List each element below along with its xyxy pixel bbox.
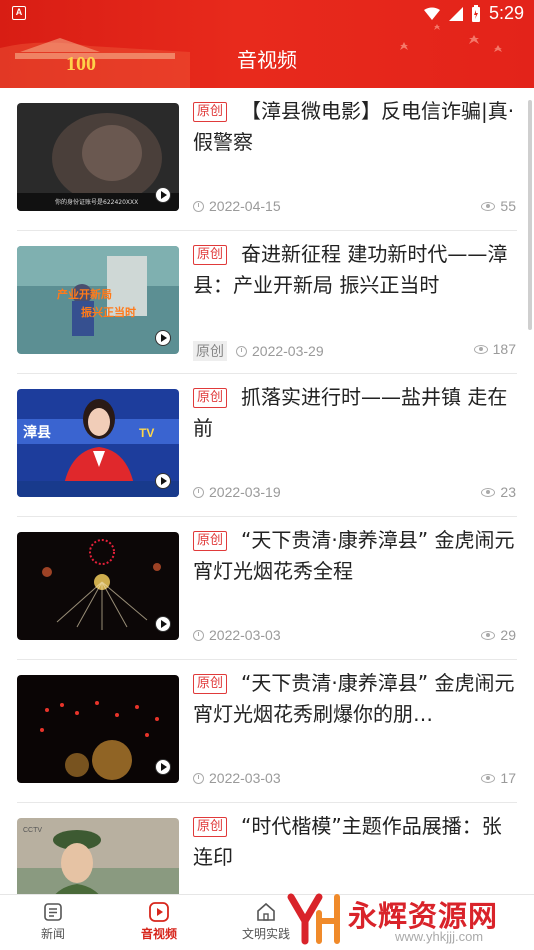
item-title[interactable]: 原创 【漳县微电影】反电信诈骗|真·假警察: [193, 96, 516, 158]
notification-icon: A: [12, 6, 26, 20]
clock-icon: [193, 486, 204, 498]
item-meta: 原创 2022-03-29 187: [193, 341, 516, 361]
watermark: 永辉资源网 www.yhkjjj.com: [285, 891, 533, 950]
item-title[interactable]: 原创 “天下贵清·康养漳县” 金虎闹元宵灯光烟花秀刷爆你的朋…: [193, 668, 516, 730]
item-title-text: 抓落实进行时——盐井镇 走在前: [193, 385, 508, 440]
eye-icon: [481, 630, 496, 640]
item-date: 2022-03-29: [252, 343, 324, 359]
page-title: 音视频: [237, 48, 297, 72]
view-count: 55: [500, 198, 516, 214]
list-item[interactable]: 你的身份证账号是622420XXX 原创 【漳县微电影】反电信诈骗|真·假警察 2…: [0, 88, 534, 231]
item-date: 2022-03-03: [209, 627, 281, 643]
video-thumbnail[interactable]: 产业开新局 振兴正当时: [17, 246, 179, 354]
play-icon: [155, 187, 171, 203]
play-icon: [155, 330, 171, 346]
item-date: 2022-03-03: [209, 770, 281, 786]
tab-news[interactable]: 新闻: [13, 901, 93, 942]
news-icon: [44, 903, 62, 921]
list-item[interactable]: 原创 “天下贵清·康养漳县” 金虎闹元宵灯光烟花秀刷爆你的朋… 2022-03-0…: [0, 660, 534, 803]
clock-icon: [193, 772, 204, 784]
original-badge: 原创: [193, 674, 228, 694]
item-meta: 2022-03-19 23: [193, 484, 516, 504]
watermark-logo: [287, 893, 340, 945]
clock-icon: [236, 345, 247, 357]
view-count: 17: [500, 770, 516, 786]
eye-icon: [473, 344, 488, 354]
item-title-text: “天下贵清·康养漳县” 金虎闹元宵灯光烟花秀全程: [193, 528, 515, 583]
item-title-text: “天下贵清·康养漳县” 金虎闹元宵灯光烟花秀刷爆你的朋…: [193, 671, 515, 726]
tab-label: 文明实践: [241, 927, 290, 941]
status-bar: A 5:29: [0, 0, 534, 28]
video-icon: [149, 902, 169, 922]
svg-text:漳县: 漳县: [23, 424, 51, 441]
thumb-caption: 你的身份证账号是622420XXX: [55, 198, 138, 206]
clock-time: 5:29: [488, 3, 524, 23]
list-item[interactable]: 产业开新局 振兴正当时 原创 奋进新征程 建功新时代——漳县：产业开新局 振兴正当…: [0, 231, 534, 374]
original-tag: 原创: [193, 341, 227, 361]
item-title[interactable]: 原创 “时代楷模”主题作品展播：张连印: [193, 811, 516, 873]
item-meta: 2022-03-03 29: [193, 627, 516, 647]
item-date: 2022-04-15: [209, 198, 281, 214]
tab-label: 新闻: [40, 927, 65, 941]
item-title[interactable]: 原创 奋进新征程 建功新时代——漳县：产业开新局 振兴正当时: [193, 239, 516, 301]
svg-text:产业开新局: 产业开新局: [57, 287, 112, 301]
video-thumbnail[interactable]: [17, 532, 179, 640]
video-thumbnail[interactable]: CCTV: [17, 818, 179, 894]
svg-text:CCTV: CCTV: [23, 827, 42, 834]
watermark-url: www.yhkjjj.com: [395, 929, 484, 944]
tab-video[interactable]: 音视频: [119, 901, 199, 942]
view-count: 187: [492, 341, 516, 357]
play-icon: [155, 473, 171, 489]
scrollbar[interactable]: [528, 100, 532, 330]
video-thumbnail[interactable]: 漳县 TV: [17, 389, 179, 497]
item-meta: 2022-03-03 17: [193, 770, 516, 790]
list-item[interactable]: 漳县 TV 原创 抓落实进行时——盐井镇 走在前 2022-03-19 23: [0, 374, 534, 517]
list-item[interactable]: CCTV 原创 “时代楷模”主题作品展播：张连印: [0, 803, 534, 894]
item-title-text: “时代楷模”主题作品展播：张连印: [193, 814, 502, 869]
item-date: 2022-03-19: [209, 484, 281, 500]
eye-icon: [481, 201, 496, 211]
svg-text:振兴正当时: 振兴正当时: [81, 305, 136, 319]
view-count: 23: [500, 484, 516, 500]
original-badge: 原创: [193, 531, 228, 551]
wifi-icon: [423, 7, 440, 20]
original-badge: 原创: [193, 102, 228, 122]
signal-icon: [448, 6, 463, 21]
video-list[interactable]: 你的身份证账号是622420XXX 原创 【漳县微电影】反电信诈骗|真·假警察 2…: [0, 88, 534, 894]
play-icon: [155, 616, 171, 632]
video-thumbnail[interactable]: 你的身份证账号是622420XXX: [17, 103, 179, 211]
svg-text:TV: TV: [139, 426, 154, 440]
clock-icon: [193, 200, 204, 212]
original-badge: 原创: [193, 817, 228, 837]
item-meta: 2022-04-15 55: [193, 198, 516, 218]
home-icon: [257, 902, 275, 921]
eye-icon: [481, 773, 496, 783]
item-title[interactable]: 原创 抓落实进行时——盐井镇 走在前: [193, 382, 516, 444]
eye-icon: [481, 487, 496, 497]
battery-icon: [471, 4, 480, 22]
play-icon: [155, 759, 171, 775]
item-title-text: 奋进新征程 建功新时代——漳县：产业开新局 振兴正当时: [193, 242, 508, 297]
original-badge: 原创: [193, 245, 228, 265]
item-title-text: 【漳县微电影】反电信诈骗|真·假警察: [193, 99, 515, 154]
list-item[interactable]: 原创 “天下贵清·康养漳县” 金虎闹元宵灯光烟花秀全程 2022-03-03 29: [0, 517, 534, 660]
video-thumbnail[interactable]: [17, 675, 179, 783]
tab-label: 音视频: [140, 927, 177, 941]
clock-icon: [193, 629, 204, 641]
app-header: 100 A 5:29 音视频: [0, 0, 534, 88]
item-title[interactable]: 原创 “天下贵清·康养漳县” 金虎闹元宵灯光烟花秀全程: [193, 525, 516, 587]
view-count: 29: [500, 627, 516, 643]
original-badge: 原创: [193, 388, 228, 408]
